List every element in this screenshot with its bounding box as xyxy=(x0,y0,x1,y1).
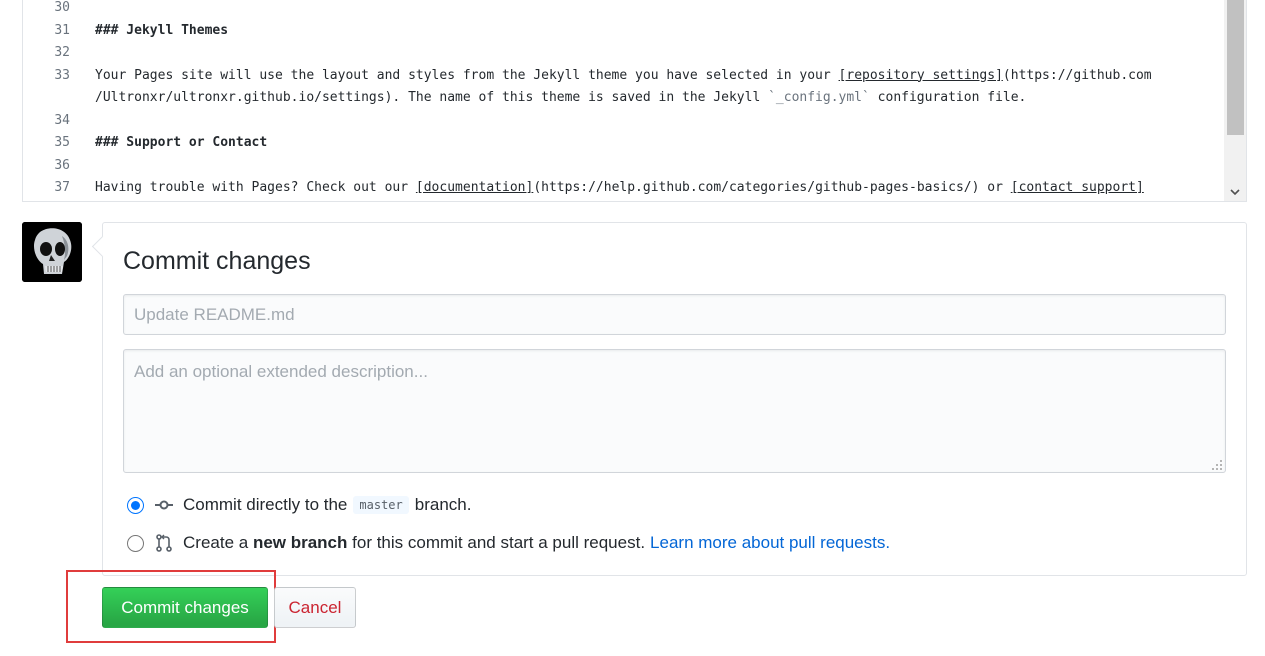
line-number: 37 xyxy=(54,180,70,195)
commit-direct-suffix: branch. xyxy=(414,495,472,514)
commit-direct-prefix: Commit directly to the xyxy=(183,495,348,514)
line-number: 36 xyxy=(54,157,70,173)
code-segment: (https://github.com xyxy=(1002,67,1152,83)
scrollbar-thumb[interactable] xyxy=(1227,0,1244,135)
code-editor[interactable]: 30 31 ### Jekyll Themes 32 33 Your Pages site… xyxy=(22,0,1247,202)
new-branch-suffix: for this commit and start a pull request… xyxy=(352,533,646,552)
commit-changes-button[interactable]: Commit changes xyxy=(102,587,268,628)
code-segment: [repository settings] xyxy=(838,67,1003,83)
line-content: /Ultronxr/ultronxr.github.io/settings). … xyxy=(95,87,1026,110)
editor-line[interactable]: 32 xyxy=(23,42,1224,65)
commit-summary-input[interactable] xyxy=(123,294,1226,335)
code-segment: /Ultronxr/ultronxr.github.io/settings). … xyxy=(95,90,769,105)
editor-line[interactable]: 36 xyxy=(23,155,1224,178)
resize-grip-icon[interactable] xyxy=(1211,459,1223,471)
git-commit-icon xyxy=(155,500,173,510)
code-segment: ### Jekyll Themes xyxy=(95,22,229,38)
new-branch-prefix: Create a xyxy=(183,533,249,552)
line-number: 32 xyxy=(54,45,70,60)
commit-direct-radio[interactable] xyxy=(127,496,144,514)
line-number: 33 xyxy=(54,67,70,83)
commit-direct-option[interactable]: Commit directly to the master branch. xyxy=(127,495,471,515)
code-segment: Your Pages site will use the layout and … xyxy=(95,67,839,83)
editor-line[interactable]: 37 Having trouble with Pages? Check out o… xyxy=(23,177,1224,200)
new-branch-option[interactable]: Create a new branch for this commit and … xyxy=(127,533,890,553)
avatar[interactable] xyxy=(22,222,82,282)
chevron-down-icon[interactable] xyxy=(1224,183,1246,201)
line-content: ### Jekyll Themes xyxy=(95,20,228,43)
skull-avatar-icon xyxy=(22,222,82,282)
code-segment: Having trouble with Pages? Check out our xyxy=(95,180,416,195)
branch-name: master xyxy=(353,496,409,514)
code-segment: ### Support or Contact xyxy=(95,135,268,150)
commit-form: Commit changes Commit directly to the ma… xyxy=(102,222,1247,576)
line-content: Having trouble with Pages? Check out our… xyxy=(95,177,1144,200)
line-content: Your Pages site will use the layout and … xyxy=(95,65,1152,88)
line-content: ### Support or Contact xyxy=(95,132,267,155)
line-number: 31 xyxy=(54,22,70,38)
editor-line[interactable]: 34 xyxy=(23,110,1224,133)
editor-line[interactable]: 33 Your Pages site will use the layout an… xyxy=(23,65,1224,88)
line-number: 35 xyxy=(54,135,70,150)
line-number: 30 xyxy=(54,0,70,15)
editor-scrollbar[interactable] xyxy=(1224,0,1246,201)
git-pull-request-icon xyxy=(156,534,172,552)
editor-line[interactable]: 31 ### Jekyll Themes xyxy=(23,20,1224,43)
cancel-button[interactable]: Cancel xyxy=(274,587,356,628)
commit-title: Commit changes xyxy=(123,247,311,275)
code-segment: (https://help.github.com/categories/gith… xyxy=(533,180,1011,195)
editor-line[interactable]: 35 ### Support or Contact xyxy=(23,132,1224,155)
code-segment: `_config.yml` xyxy=(768,90,870,105)
editor-line[interactable]: 30 xyxy=(23,0,1224,20)
code-segment: [contact support] xyxy=(1010,180,1144,195)
editor-line[interactable]: /Ultronxr/ultronxr.github.io/settings). … xyxy=(23,87,1224,110)
pull-request-help-link[interactable]: Learn more about pull requests. xyxy=(650,533,890,553)
new-branch-bold: new branch xyxy=(252,533,348,552)
new-branch-radio[interactable] xyxy=(127,534,144,552)
code-segment: configuration file. xyxy=(869,90,1027,105)
line-number: 34 xyxy=(54,112,70,128)
commit-description-input[interactable] xyxy=(123,349,1226,473)
code-segment: [documentation] xyxy=(415,180,534,195)
editor-lines[interactable]: 30 31 ### Jekyll Themes 32 33 Your Pages site… xyxy=(23,0,1224,200)
